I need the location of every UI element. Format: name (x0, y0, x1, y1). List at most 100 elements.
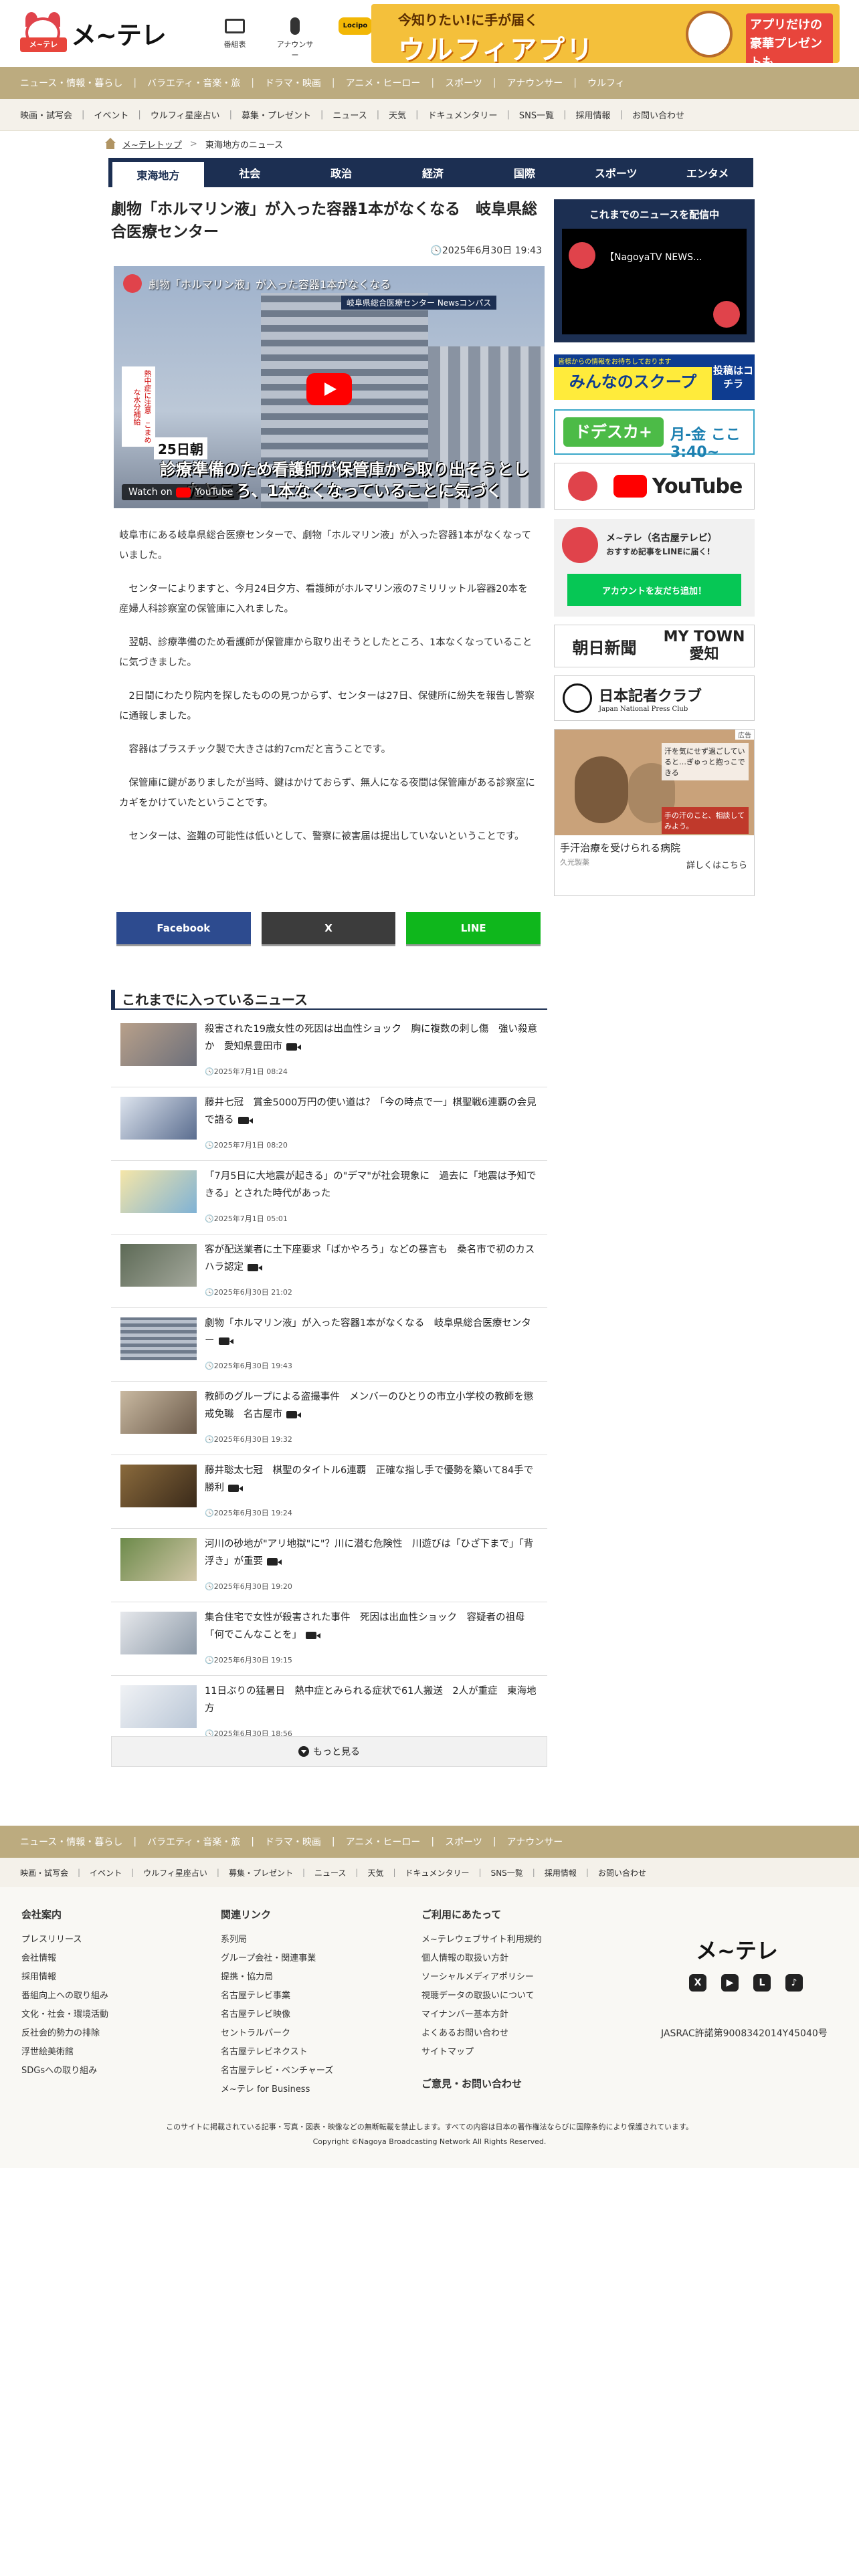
tab-sports[interactable]: スポーツ (570, 158, 662, 187)
footer-link[interactable]: 提携・協力局 (221, 1968, 333, 1987)
gnav-announcer[interactable]: アナウンサー (507, 76, 563, 90)
news-item[interactable]: 教師のグループによる盗撮事件 メンバーのひとりの市立小学校の教師を懲戒免職 名古… (111, 1382, 547, 1455)
jnpc-banner[interactable]: 日本記者クラブ Japan National Press Club (554, 675, 755, 721)
fsnav-movie[interactable]: 映画・試写会 (20, 1867, 68, 1879)
gnav-sports[interactable]: スポーツ (445, 76, 482, 90)
fsnav-present[interactable]: 募集・プレゼント (229, 1867, 293, 1879)
x-icon[interactable]: X (689, 1974, 706, 1992)
news-item[interactable]: 劇物「ホルマリン液」が入った容器1本がなくなる 岐阜県総合医療センター 🕓2025… (111, 1308, 547, 1382)
fsnav-event[interactable]: イベント (90, 1867, 122, 1879)
tab-society[interactable]: 社会 (204, 158, 296, 187)
tab-economy[interactable]: 経済 (387, 158, 479, 187)
tiktok-icon[interactable]: ♪ (785, 1974, 803, 1992)
snav-documentary[interactable]: ドキュメンタリー (428, 108, 498, 121)
tab-international[interactable]: 国際 (478, 158, 570, 187)
watch-on-youtube-button[interactable]: Watch on YouTube (122, 484, 240, 500)
snav-present[interactable]: 募集・プレゼント (242, 108, 311, 121)
fnav-anime[interactable]: アニメ・ヒーロー (346, 1835, 421, 1848)
footer-link[interactable]: 系列局 (221, 1931, 333, 1949)
news-item[interactable]: 客が配送業者に土下座要求「ばかやろう」などの暴言も 桑名市で初のカスハラ認定 🕓2… (111, 1235, 547, 1308)
gnav-anime[interactable]: アニメ・ヒーロー (346, 76, 421, 90)
share-x-button[interactable]: X (261, 912, 396, 944)
footer-link[interactable]: 名古屋テレビ事業 (221, 1987, 333, 2006)
news-item[interactable]: 藤井聡太七冠 棋聖のタイトル6連覇 正確な指し手で優勢を築いて84手で勝利 🕓20… (111, 1455, 547, 1529)
snav-recruit[interactable]: 採用情報 (576, 108, 611, 121)
footer-logo[interactable]: メ~テレ (696, 1934, 778, 1965)
youtube-channel-banner[interactable]: YouTube (554, 463, 755, 510)
snav-movie[interactable]: 映画・試写会 (20, 108, 72, 121)
youtube-icon[interactable]: ▶ (721, 1974, 739, 1992)
fnav-drama[interactable]: ドラマ・映画 (265, 1835, 321, 1848)
footer-link[interactable]: 文化・社会・環境活動 (21, 2006, 108, 2024)
gnav-news[interactable]: ニュース・情報・暮らし (20, 76, 122, 90)
footer-link[interactable]: よくあるお問い合わせ (421, 2024, 542, 2043)
footer-link[interactable]: ソーシャルメディアポリシー (421, 1968, 542, 1987)
fnav-news[interactable]: ニュース・情報・暮らし (20, 1835, 122, 1848)
app-banner[interactable]: 今知りたい!に手が届く ウルフィアプリ アプリだけの豪華プレゼントも (371, 4, 840, 63)
article-video[interactable]: 劇物「ホルマリン液」が入った容器1本がなくなる 岐阜県総合医療センター News… (114, 266, 545, 508)
news-stream-player[interactable]: 【NagoyaTV NEWS... (562, 229, 747, 334)
fnav-variety[interactable]: バラエティ・音楽・旅 (147, 1835, 240, 1848)
share-line-button[interactable]: LINE (406, 912, 541, 944)
footer-link[interactable]: 視聴データの取扱いについて (421, 1987, 542, 2006)
footer-link[interactable]: メ~テレ for Business (221, 2080, 333, 2099)
footer-link[interactable]: サイトマップ (421, 2043, 542, 2062)
footer-link[interactable]: 番組向上への取り組み (21, 1987, 108, 2006)
fsnav-horoscope[interactable]: ウルフィ星座占い (143, 1867, 207, 1879)
gnav-variety[interactable]: バラエティ・音楽・旅 (147, 76, 240, 90)
fsnav-contact[interactable]: お問い合わせ (598, 1867, 646, 1879)
tab-entertainment[interactable]: エンタメ (662, 158, 753, 187)
dodesuka-banner[interactable]: ドデスカ+ 月-金 ここ3:40~ (554, 409, 755, 461)
fsnav-documentary[interactable]: ドキュメンタリー (405, 1867, 470, 1879)
asahi-mytown-banner[interactable]: 朝日新聞 MY TOWN 愛知 (554, 625, 755, 667)
tab-tokai[interactable]: 東海地方 (112, 162, 204, 187)
footer-link[interactable]: 浮世絵美術館 (21, 2043, 108, 2062)
sidebar-ad[interactable]: 汗を気にせず過ごしていると…ぎゅっと抱っこできる 手の汗のこと、相談してみよう。… (554, 729, 755, 896)
snav-event[interactable]: イベント (94, 108, 128, 121)
ad-details-link[interactable]: 詳しくはこちら (686, 858, 747, 871)
footer-link[interactable]: 個人情報の取扱い方針 (421, 1949, 542, 1968)
locipo-link[interactable]: Locipo (335, 16, 376, 60)
news-item[interactable]: 河川の砂地が"アリ地獄"に"？川に潜む危険性 川遊びは「ひざ下まで」「背浮き」が… (111, 1529, 547, 1602)
gnav-drama[interactable]: ドラマ・映画 (265, 76, 321, 90)
line-icon[interactable]: L (753, 1974, 771, 1992)
footer-link[interactable]: SDGsへの取り組み (21, 2062, 108, 2080)
fsnav-news[interactable]: ニュース (314, 1867, 346, 1879)
footer-link[interactable]: マイナンバー基本方針 (421, 2006, 542, 2024)
footer-link[interactable]: プレスリリース (21, 1931, 108, 1949)
news-item[interactable]: 集合住宅で女性が殺害された事件 死因は出血性ショック 容疑者の祖母「何でこんなこ… (111, 1602, 547, 1676)
gnav-wolfy[interactable]: ウルフィ (587, 76, 625, 90)
tab-politics[interactable]: 政治 (296, 158, 387, 187)
share-facebook-button[interactable]: Facebook (116, 912, 251, 944)
footer-link[interactable]: グループ会社・関連事業 (221, 1949, 333, 1968)
footer-link[interactable]: セントラルパーク (221, 2024, 333, 2043)
breadcrumb-home[interactable]: メ~テレトップ (122, 138, 182, 150)
footer-link[interactable]: 名古屋テレビ映像 (221, 2006, 333, 2024)
news-stream-box[interactable]: これまでのニュースを配信中 【NagoyaTV NEWS... (554, 199, 755, 342)
footer-link[interactable]: 名古屋テレビネクスト (221, 2043, 333, 2062)
fsnav-weather[interactable]: 天気 (367, 1867, 383, 1879)
fsnav-recruit[interactable]: 採用情報 (545, 1867, 577, 1879)
snav-contact[interactable]: お問い合わせ (632, 108, 684, 121)
footer-link[interactable]: 会社情報 (21, 1949, 108, 1968)
news-item[interactable]: 殺害された19歳女性の死因は出血性ショック 胸に複数の刺し傷 強い殺意か 愛知県… (111, 1014, 547, 1087)
site-logo[interactable]: メ~テレ メ~テレ (20, 12, 201, 53)
snav-news[interactable]: ニュース (332, 108, 367, 121)
footer-link[interactable]: 反社会的勢力の排除 (21, 2024, 108, 2043)
play-icon[interactable] (306, 373, 352, 405)
minna-no-scoop-banner[interactable]: 皆様からの情報をお待ちしております みんなのスクープ 投稿はコチラ (554, 354, 755, 400)
footer-link[interactable]: 採用情報 (21, 1968, 108, 1987)
fsnav-sns[interactable]: SNS一覧 (491, 1867, 523, 1879)
snav-horoscope[interactable]: ウルフィ星座占い (151, 108, 220, 121)
footer-link[interactable]: 名古屋テレビ・ベンチャーズ (221, 2062, 333, 2080)
footer-link[interactable]: メ~テレウェブサイト利用規約 (421, 1931, 542, 1949)
snav-weather[interactable]: 天気 (389, 108, 406, 121)
fnav-sports[interactable]: スポーツ (445, 1835, 482, 1848)
fnav-announcer[interactable]: アナウンサー (507, 1835, 563, 1848)
news-item[interactable]: 「7月5日に大地震が起きる」の"デマ"が社会現象に 過去に「地震は予知できる」と… (111, 1161, 547, 1235)
snav-sns[interactable]: SNS一覧 (519, 108, 554, 121)
line-add-friend-button[interactable]: アカウントを友だち追加！ (567, 574, 741, 606)
announcer-link[interactable]: アナウンサー (274, 16, 316, 60)
tv-guide-link[interactable]: 番組表 (214, 16, 256, 60)
footer-contact-link[interactable]: ご意見・お問い合わせ (421, 2076, 542, 2090)
